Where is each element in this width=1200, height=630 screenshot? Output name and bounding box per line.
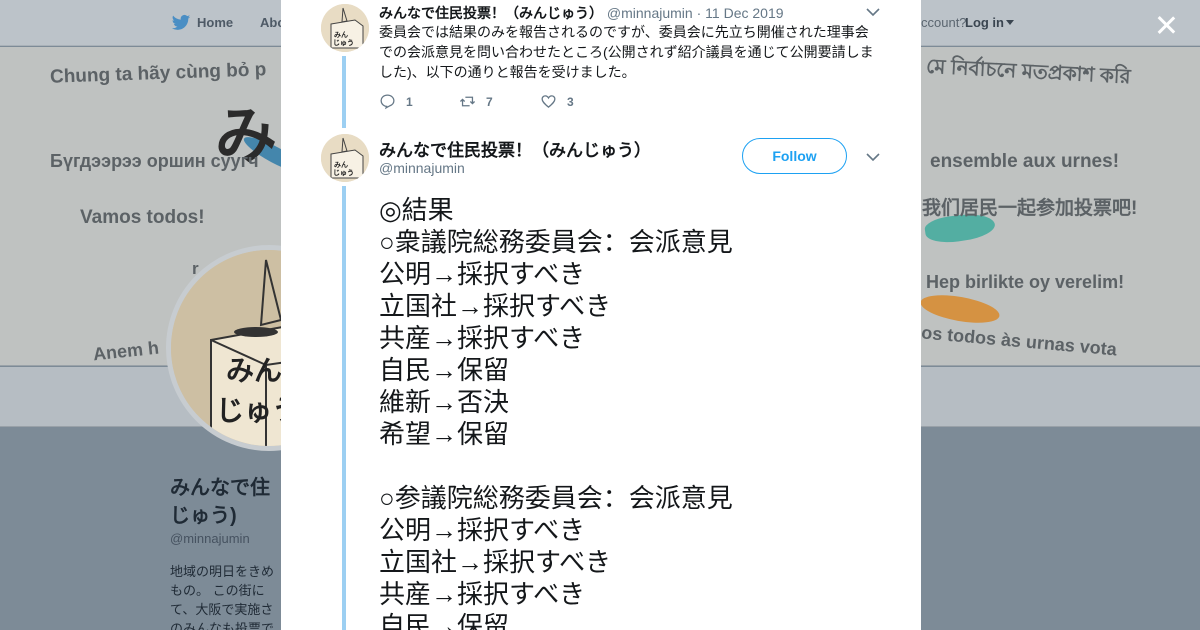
separator: ·	[696, 5, 702, 21]
author-name[interactable]: みんなで住民投票！（みんじゅう）	[379, 5, 603, 21]
svg-text:じゅう: じゅう	[333, 168, 354, 177]
tweet-line: 自民→保留	[379, 611, 510, 630]
profile-name: みんなで住じゅう)	[170, 477, 270, 527]
reply-count: 1	[406, 94, 413, 109]
banner-text: os todos às urnas vota	[920, 322, 1118, 360]
paint-stroke-orange	[918, 290, 1002, 328]
tweet-line: 公明→採択すべき	[379, 515, 586, 545]
chevron-down-icon[interactable]	[866, 7, 880, 17]
account-prompt: ccount?	[921, 15, 967, 30]
tweet-line: 自民→保留	[379, 355, 510, 385]
tweet-thread-modal: みん じゅう みんなで住民投票！（みんじゅう） @minnajumin · 11…	[281, 0, 921, 630]
twitter-bird-icon	[171, 14, 191, 30]
ballot-box-icon: みん じゅう	[321, 4, 369, 52]
login-link[interactable]: Log in	[965, 15, 1004, 30]
like-count: 3	[567, 94, 574, 109]
banner-text: Hep birlikte oy verelim!	[926, 272, 1125, 292]
reply-icon	[380, 94, 395, 110]
tweet-line: 共産→採択すべき	[379, 579, 586, 609]
banner-text: Бүгдээрээ оршин суугч	[50, 151, 259, 171]
retweet-count: 7	[486, 94, 493, 109]
chevron-down-icon	[1006, 20, 1014, 25]
profile-handle: @minnajumin	[170, 531, 250, 546]
heart-icon	[541, 95, 556, 108]
banner-text: মে নির্বাচনে মতপ্রকাশ করি	[925, 55, 1132, 89]
banner-text: Anem h	[92, 337, 160, 365]
author-handle[interactable]: @minnajumin	[607, 5, 693, 21]
tweet-text: 委員会では結果のみを報告されるのですが、委員会に先立ち開催された理事会での会派意…	[379, 24, 874, 80]
retweet-button[interactable]: 7	[459, 93, 493, 110]
svg-text:みん: みん	[334, 31, 348, 39]
banner-text: 我们居民一起参加投票吧!	[922, 198, 1138, 219]
tweet-header: みんなで住民投票！（みんじゅう） @minnajumin · 11 Dec 20…	[379, 3, 784, 23]
tweet-line: 維新→否決	[379, 387, 510, 417]
like-button[interactable]: 3	[540, 93, 574, 110]
banner-text: ensemble aux urnes!	[930, 151, 1120, 172]
tweet-line: ○参議院総務委員会：会派意見	[379, 483, 733, 513]
chevron-down-icon[interactable]	[866, 152, 880, 162]
author-handle[interactable]: @minnajumin	[379, 160, 465, 176]
close-icon[interactable]	[1152, 10, 1180, 38]
tweet-line: ○衆議院総務委員会：会派意見	[379, 227, 733, 257]
reply-button[interactable]: 1	[379, 93, 413, 110]
avatar[interactable]: みん じゅう	[321, 4, 369, 52]
tweet-line: ◎結果	[379, 195, 454, 225]
svg-text:みん: みん	[226, 354, 282, 387]
svg-text:みん: みん	[334, 161, 348, 169]
profile-bio: 地域の明日をきめもの。 この街にて、大阪で実施さのみんなも投票で	[170, 564, 275, 630]
avatar[interactable]: みん じゅう	[321, 134, 369, 182]
author-name[interactable]: みんなで住民投票！（みんじゅう）	[379, 136, 651, 161]
follow-button[interactable]: Follow	[742, 138, 847, 174]
thread-connector	[342, 186, 346, 630]
tweet-line: 希望→保留	[379, 419, 510, 449]
svg-text:じゅう: じゅう	[333, 38, 354, 47]
tweet-date[interactable]: 11 Dec 2019	[705, 5, 783, 21]
tweet-line: 立国社→採択すべき	[379, 547, 612, 577]
tweet-line	[379, 450, 733, 482]
tweet-text: ◎結果 ○衆議院総務委員会：会派意見 公明→採択すべき 立国社→採択すべき 共産…	[379, 194, 733, 630]
retweet-icon	[459, 96, 476, 107]
banner-text: Vamos todos!	[80, 207, 205, 228]
tweet-line: 立国社→採択すべき	[379, 291, 612, 321]
thread-connector	[342, 56, 346, 128]
tweet-line: 公明→採択すべき	[379, 259, 586, 289]
tweet-line: 共産→採択すべき	[379, 323, 586, 353]
nav-home-link[interactable]: Home	[197, 15, 233, 30]
ballot-box-icon: みん じゅう	[321, 134, 369, 182]
